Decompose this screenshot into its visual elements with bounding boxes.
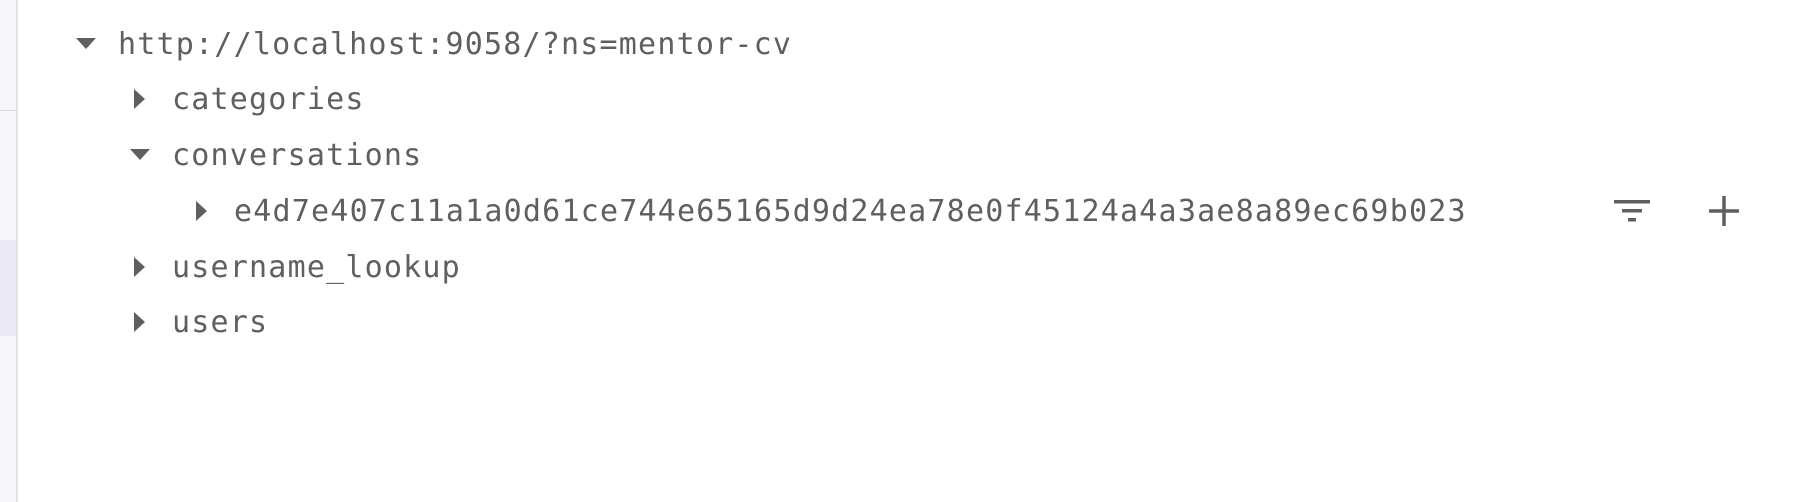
left-panel-divider xyxy=(0,110,16,111)
filter-icon[interactable] xyxy=(1608,187,1656,235)
tree-node-categories[interactable]: categories xyxy=(126,67,365,131)
tree-node-label[interactable]: users xyxy=(172,305,268,340)
left-panel-selected-item[interactable] xyxy=(0,240,16,336)
caret-down-icon[interactable] xyxy=(126,141,154,169)
tree-node-label[interactable]: http://localhost:9058/?ns=mentor-cv xyxy=(118,27,792,62)
caret-right-icon[interactable] xyxy=(188,197,216,225)
tree-node-label[interactable]: e4d7e407c11a1a0d61ce744e65165d9d24ea78e0… xyxy=(234,194,1467,229)
caret-right-icon[interactable] xyxy=(126,308,154,336)
add-icon[interactable] xyxy=(1700,187,1748,235)
caret-right-icon[interactable] xyxy=(126,85,154,113)
tree-node-label[interactable]: conversations xyxy=(172,138,422,173)
caret-right-icon[interactable] xyxy=(126,253,154,281)
tree-node-users[interactable]: users xyxy=(126,290,268,354)
caret-down-icon[interactable] xyxy=(72,30,100,58)
left-panel-edge xyxy=(0,0,18,502)
row-actions xyxy=(1608,179,1748,243)
tree-node-label[interactable]: username_lookup xyxy=(172,250,461,285)
tree-node-label[interactable]: categories xyxy=(172,82,365,117)
tree-node-conversation-id[interactable]: e4d7e407c11a1a0d61ce744e65165d9d24ea78e0… xyxy=(188,179,1467,243)
page: http://localhost:9058/?ns=mentor-cv cate… xyxy=(0,0,1796,502)
tree-node-conversations[interactable]: conversations xyxy=(126,123,422,187)
